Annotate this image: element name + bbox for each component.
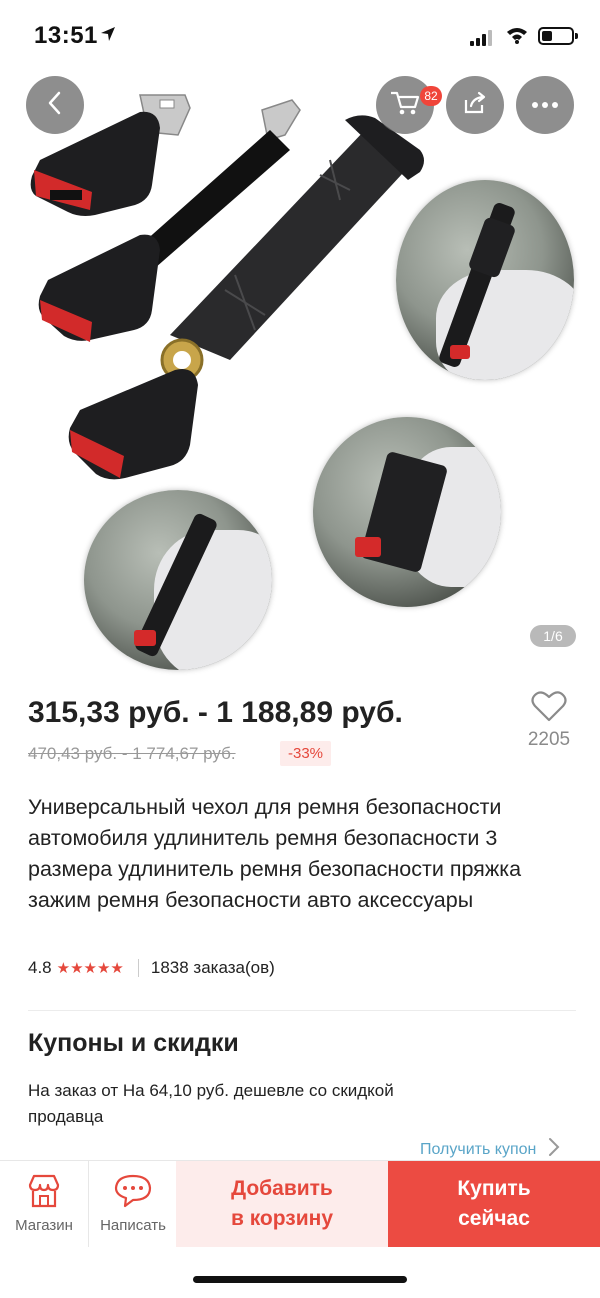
add-to-cart-button[interactable]: Добавить в корзину	[176, 1161, 388, 1247]
buy-now-line2: сейчас	[458, 1207, 530, 1230]
chat-icon	[113, 1173, 153, 1214]
get-coupon-label: Получить купон	[420, 1140, 537, 1158]
status-bar: 13:51	[0, 0, 600, 70]
cellular-signal-icon	[470, 30, 494, 46]
old-price: 470,43 руб. - 1 774,67 руб.	[28, 744, 236, 764]
message-label: Написать	[100, 1217, 166, 1234]
chevron-right-icon	[548, 1137, 560, 1162]
orders-count: 1838 заказа(ов)	[150, 958, 275, 977]
old-price-text: 470,43 руб. - 1 774,67 руб.	[28, 744, 236, 763]
back-button[interactable]	[26, 76, 84, 134]
detail-photo-1	[396, 180, 574, 380]
section-divider	[28, 1010, 576, 1011]
share-icon	[462, 90, 488, 121]
coupons-title: Купоны и скидки	[28, 1029, 239, 1057]
add-to-cart-line2: в корзину	[230, 1207, 334, 1230]
status-time: 13:51	[34, 22, 98, 49]
rating-row: 4.8 ★★★★★ 1838 заказа(ов)	[28, 958, 275, 978]
wishlist-count: 2205	[527, 729, 571, 750]
add-to-cart-line1: Добавить	[231, 1177, 333, 1200]
wishlist-button[interactable]: 2205	[524, 690, 574, 751]
more-icon	[531, 96, 559, 114]
battery-icon	[538, 27, 578, 45]
location-arrow-icon	[100, 26, 116, 42]
product-title: Универсальный чехол для ремня безопаснос…	[28, 795, 522, 912]
home-indicator[interactable]	[193, 1276, 407, 1283]
store-button[interactable]: Магазин	[0, 1161, 88, 1247]
detail-photo-2	[84, 490, 272, 670]
product-gallery[interactable]: 82 1/6	[0, 0, 600, 670]
store-icon	[26, 1173, 62, 1214]
heart-icon	[531, 691, 567, 726]
price-range: 315,33 руб. - 1 188,89 руб.	[28, 696, 403, 729]
buy-now-line1: Купить	[457, 1177, 531, 1200]
more-button[interactable]	[516, 76, 574, 134]
chevron-left-icon	[44, 90, 66, 121]
message-button[interactable]: Написать	[89, 1161, 177, 1247]
star-rating-icon: ★★★★★	[56, 960, 124, 977]
share-button[interactable]	[446, 76, 504, 134]
store-label: Магазин	[15, 1217, 73, 1234]
image-pager: 1/6	[530, 625, 576, 647]
wifi-icon	[506, 26, 528, 44]
cart-count-badge: 82	[420, 86, 442, 106]
coupon-description: На заказ от На 64,10 руб. дешевле со ски…	[28, 1081, 394, 1126]
rating-value: 4.8	[28, 958, 52, 977]
bottom-action-bar: Магазин Написать Добавить в корзину Купи…	[0, 1160, 600, 1247]
divider	[137, 959, 139, 977]
buy-now-button[interactable]: Купить сейчас	[388, 1161, 600, 1247]
detail-photo-3	[313, 417, 501, 607]
discount-badge: -33%	[280, 741, 332, 766]
cart-icon	[389, 89, 421, 122]
get-coupon-link[interactable]: Получить купон	[420, 1137, 560, 1162]
